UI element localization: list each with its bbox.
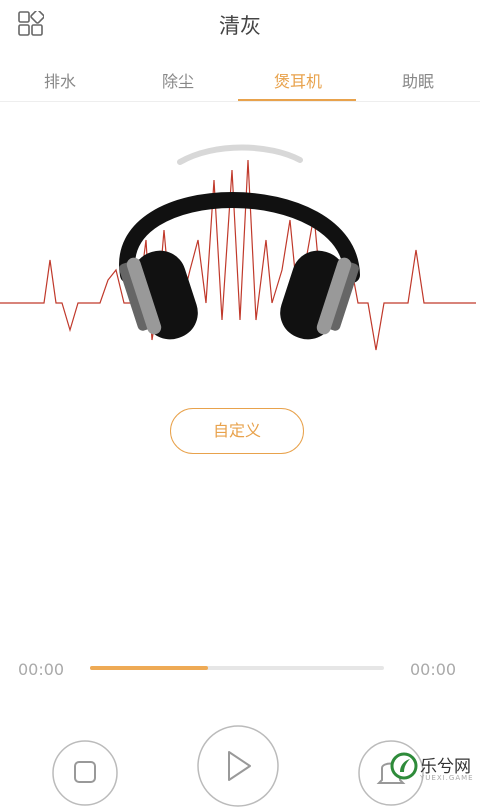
total-time: 00:00	[410, 660, 457, 679]
heartbeat-wave	[0, 159, 476, 351]
progress-fill	[90, 666, 208, 670]
current-time: 00:00	[18, 660, 65, 679]
watermark-subtext: YUEXI.GAME	[420, 774, 474, 782]
tab-bar: 排水 除尘 煲耳机 助眠	[0, 63, 480, 102]
header: 清灰	[0, 0, 480, 50]
watermark-logo-icon	[390, 752, 418, 780]
page-title: 清灰	[219, 14, 261, 38]
custom-button[interactable]: 自定义	[170, 408, 304, 454]
play-button[interactable]	[196, 724, 280, 808]
active-tab-indicator	[238, 99, 356, 101]
hero-illustration	[0, 144, 476, 351]
progress-bar[interactable]	[90, 666, 384, 670]
play-icon	[228, 751, 251, 781]
stop-button[interactable]	[50, 738, 120, 808]
tab-dust[interactable]: 除尘	[118, 63, 238, 101]
watermark: 乐兮网 YUEXI.GAME	[390, 750, 480, 800]
tab-drain[interactable]: 排水	[0, 63, 120, 101]
stop-icon	[74, 761, 96, 783]
tab-burn-in[interactable]: 煲耳机	[238, 63, 358, 101]
tab-sleep[interactable]: 助眠	[358, 63, 478, 101]
headphones-icon	[119, 144, 360, 340]
